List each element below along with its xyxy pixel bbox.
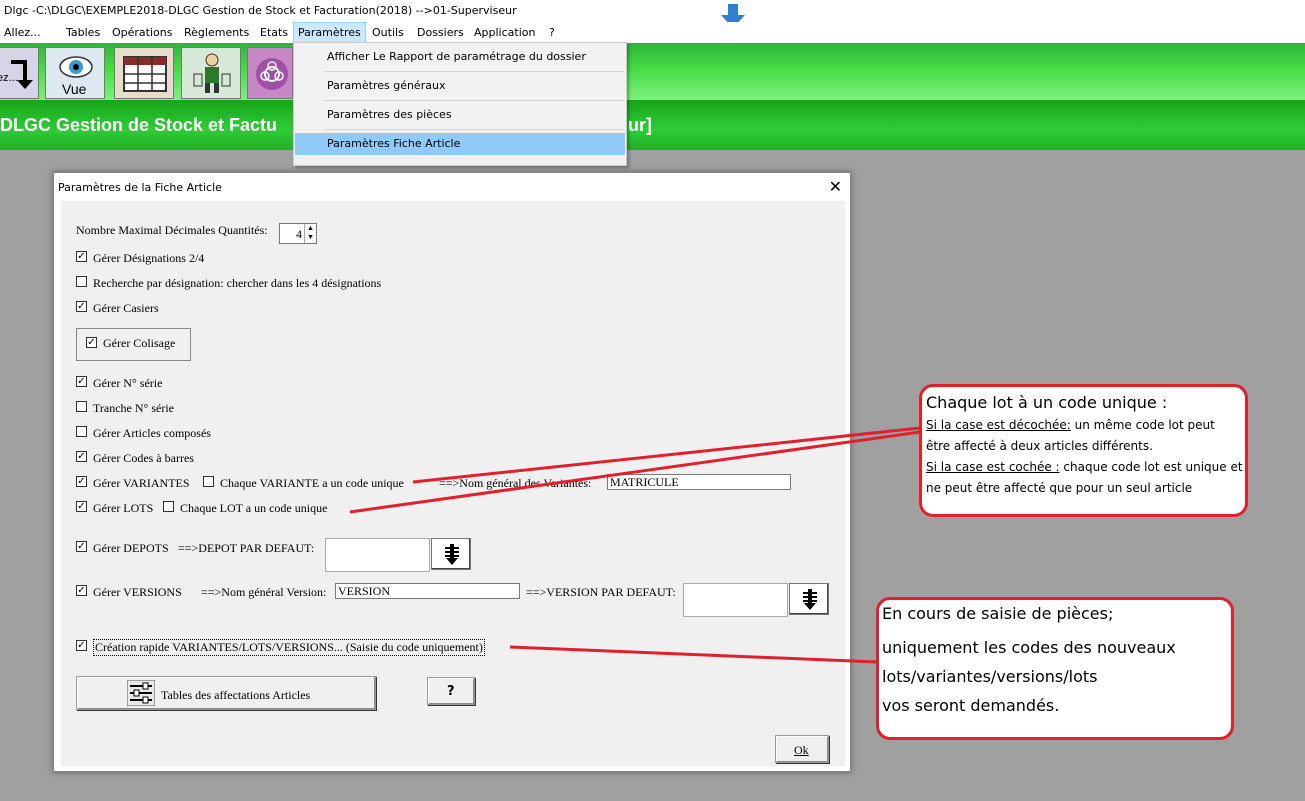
callout-lot-unique: Chaque lot à un code unique : Si la case…	[919, 384, 1248, 517]
callout1-title: Chaque lot à un code unique :	[926, 393, 1168, 412]
callout1-line1-rest: un même code lot peut	[1070, 418, 1215, 432]
callout2-line4: vos seront demandés.	[882, 696, 1060, 715]
annotation-line	[412, 426, 921, 484]
callout2-line1: En cours de saisie de pièces;	[882, 604, 1114, 623]
callout1-line4: ne peut être affecté que pour un seul ar…	[926, 481, 1193, 495]
callout1-line1-underlined: Si la case est décochée:	[926, 418, 1071, 432]
callout1-line3: Si la case est cochée : chaque code lot …	[926, 460, 1243, 474]
callout-creation-rapide: En cours de saisie de pièces; uniquement…	[876, 597, 1234, 740]
callout1-line2: être affecté à deux articles différents.	[926, 439, 1153, 453]
callout1-line1: Si la case est décochée: un même code lo…	[926, 418, 1215, 432]
callout1-line3-underlined: Si la case est cochée :	[926, 460, 1060, 474]
annotation-line	[509, 645, 878, 664]
callout2-line2: uniquement les codes des nouveaux	[882, 638, 1176, 657]
callout1-line3-rest: chaque code lot est unique et	[1059, 460, 1243, 474]
callout2-line3: lots/variantes/versions/lots	[882, 667, 1098, 686]
annotation-line	[349, 430, 921, 514]
